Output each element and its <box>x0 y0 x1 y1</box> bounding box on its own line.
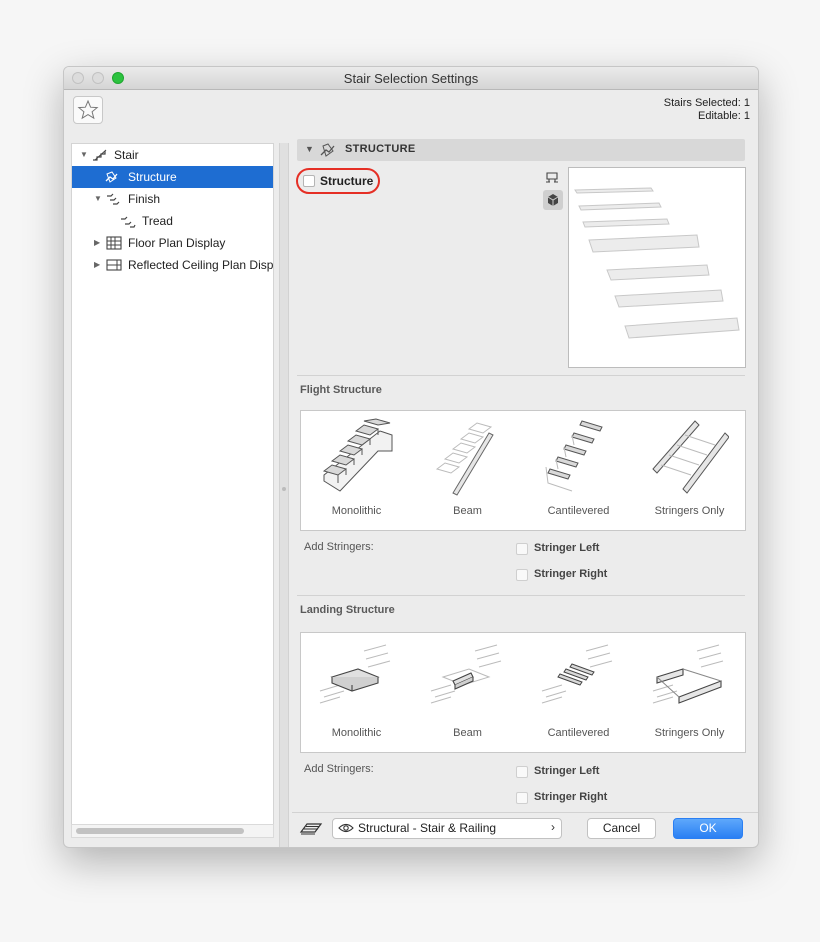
flight-option-monolithic[interactable]: Monolithic <box>301 411 412 530</box>
star-icon <box>77 99 99 120</box>
chevron-right-icon: › <box>551 820 555 834</box>
stringer-left-label: Stringer Left <box>534 542 600 554</box>
scrollbar-thumb[interactable] <box>76 828 244 834</box>
favorites-button[interactable] <box>73 96 103 124</box>
stair-preview <box>568 167 746 368</box>
splitter-handle[interactable] <box>282 487 286 491</box>
structure-checkbox-label: Structure <box>320 174 374 188</box>
flight-structure-title: Flight Structure <box>300 384 382 396</box>
stair-icon <box>93 149 107 161</box>
cantilevered-landing-icon <box>541 644 613 704</box>
stringer-left-checkbox[interactable] <box>516 766 528 778</box>
layers-icon[interactable] <box>299 820 323 836</box>
editable-text: Editable: 1 <box>698 110 750 122</box>
landing-option-beam[interactable]: Beam <box>412 633 523 752</box>
stringer-left-checkbox[interactable] <box>516 543 528 555</box>
landing-option-cantilevered[interactable]: Cantilevered <box>523 633 634 752</box>
landing-structure-options: Monolithic Beam Cantilevered Stringers O… <box>300 632 746 753</box>
monolithic-landing-icon <box>319 644 391 704</box>
disclosure-collapsed-icon[interactable]: ▶ <box>94 254 100 276</box>
landing-option-stringers-only[interactable]: Stringers Only <box>634 633 745 752</box>
tree-item-structure[interactable]: Structure <box>72 166 273 188</box>
structure-toggle[interactable]: Structure <box>296 168 380 194</box>
view-settings-popup[interactable]: Structural - Stair & Railing › <box>332 818 562 839</box>
tree-item-label: Floor Plan Display <box>128 236 226 250</box>
cube-icon <box>547 194 559 206</box>
stringer-right-label: Stringer Right <box>534 568 608 580</box>
stringer-right-checkbox[interactable] <box>516 792 528 804</box>
divider <box>297 375 745 376</box>
option-caption: Monolithic <box>331 727 382 739</box>
flight-option-stringers-only[interactable]: Stringers Only <box>634 411 745 530</box>
ceiling-plan-icon <box>106 259 122 271</box>
option-caption: Cantilevered <box>547 505 610 517</box>
tree-item-tread[interactable]: Tread <box>72 210 273 232</box>
structure-section-header[interactable]: ▼ STRUCTURE <box>297 139 745 161</box>
divider <box>297 595 745 596</box>
stringers-only-stair-icon <box>652 420 729 494</box>
tree-item-floor-plan-display[interactable]: ▶ Floor Plan Display <box>72 232 273 254</box>
finish-icon <box>107 193 120 205</box>
landing-structure-title: Landing Structure <box>300 604 395 616</box>
stringers-only-landing-icon <box>652 644 724 704</box>
selection-info: Stairs Selected: 1 Editable: 1 <box>664 97 750 123</box>
stringer-right-checkbox[interactable] <box>516 569 528 581</box>
flight-option-beam[interactable]: Beam <box>412 411 523 530</box>
beam-stair-icon <box>435 422 494 496</box>
tree-item-label: Reflected Ceiling Plan Displ <box>128 258 273 272</box>
option-caption: Stringers Only <box>654 505 725 517</box>
stair-preview-image <box>574 187 740 339</box>
view-settings-label: Structural - Stair & Railing <box>358 821 497 835</box>
tree-item-stair[interactable]: ▼ Stair <box>72 144 273 166</box>
structure-checkbox[interactable] <box>303 175 315 187</box>
option-caption: Beam <box>453 727 482 739</box>
option-caption: Stringers Only <box>654 727 725 739</box>
ok-button[interactable]: OK <box>673 818 743 839</box>
tree-item-ceiling-plan-display[interactable]: ▶ Reflected Ceiling Plan Displ <box>72 254 273 276</box>
structure-icon <box>320 143 335 157</box>
settings-tree: ▼ Stair Structure ▼ Finish Tread ▶ Floor… <box>71 143 274 825</box>
eye-icon <box>338 823 354 833</box>
tree-item-label: Stair <box>114 148 139 162</box>
cantilevered-stair-icon <box>545 420 603 492</box>
disclosure-collapsed-icon[interactable]: ▶ <box>94 232 100 254</box>
tree-horizontal-scrollbar[interactable] <box>71 824 274 838</box>
tree-item-label: Finish <box>128 192 161 206</box>
footer-divider <box>292 812 758 813</box>
landing-add-stringers-label: Add Stringers: <box>304 763 374 775</box>
window-title: Stair Selection Settings <box>343 71 479 86</box>
stairs-selected-text: Stairs Selected: 1 <box>663 97 750 109</box>
option-caption: Beam <box>453 505 482 517</box>
3d-view-button[interactable] <box>543 190 563 210</box>
structure-icon <box>105 171 118 183</box>
beam-landing-icon <box>430 644 502 704</box>
stringer-left-label: Stringer Left <box>534 765 600 777</box>
disclosure-expanded-icon[interactable]: ▼ <box>80 144 88 166</box>
settings-dialog: Stair Selection Settings Stairs Selected… <box>63 66 759 848</box>
tree-item-finish[interactable]: ▼ Finish <box>72 188 273 210</box>
title-bar: Stair Selection Settings <box>64 67 758 90</box>
tree-item-label: Tread <box>142 214 173 228</box>
stringer-right-label: Stringer Right <box>534 791 608 803</box>
option-caption: Cantilevered <box>547 727 610 739</box>
monolithic-stair-icon <box>322 418 393 492</box>
flight-add-stringers-label: Add Stringers: <box>304 541 374 553</box>
disclosure-expanded-icon[interactable]: ▼ <box>305 144 314 154</box>
panel-splitter[interactable] <box>279 143 289 847</box>
tread-icon <box>121 216 136 228</box>
cancel-button[interactable]: Cancel <box>587 818 656 839</box>
flight-option-cantilevered[interactable]: Cantilevered <box>523 411 634 530</box>
disclosure-expanded-icon[interactable]: ▼ <box>94 188 102 210</box>
plan-view-icon[interactable] <box>543 170 561 184</box>
tree-item-label: Structure <box>128 170 177 184</box>
landing-option-monolithic[interactable]: Monolithic <box>301 633 412 752</box>
flight-structure-options: Monolithic Beam Cantilevered Stringers O… <box>300 410 746 531</box>
option-caption: Monolithic <box>331 505 382 517</box>
section-title: STRUCTURE <box>345 143 416 155</box>
floor-plan-icon <box>106 236 122 250</box>
